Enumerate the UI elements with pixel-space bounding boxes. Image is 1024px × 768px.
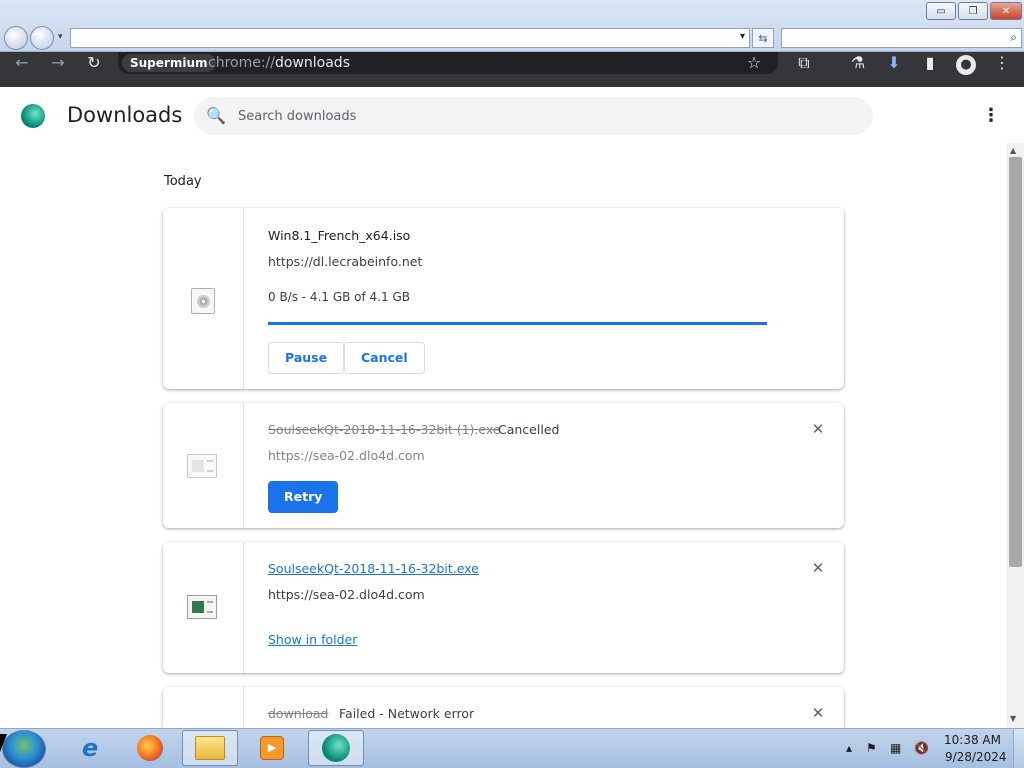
source-url[interactable]: https://dl.lecrabeinfo.net — [268, 254, 422, 269]
file-icon-column — [163, 403, 244, 528]
forward-arrow-icon[interactable]: → — [48, 53, 68, 73]
remove-from-list-close-icon[interactable]: ✕ — [810, 420, 826, 438]
download-item: Win8.1_French_x64.iso https://dl.lecrabe… — [163, 208, 844, 389]
address-dropdown-icon[interactable]: ▾ — [740, 31, 745, 42]
source-url[interactable]: https://sea-02.dlo4d.com — [268, 448, 425, 463]
show-desktop-button[interactable] — [1013, 729, 1024, 768]
reload-icon[interactable]: ↻ — [84, 53, 104, 73]
page-title: Downloads — [67, 103, 183, 127]
taskbar-firefox[interactable] — [122, 730, 178, 766]
back-arrow-icon[interactable]: ← — [12, 53, 32, 73]
disc-image-file-icon — [191, 288, 215, 314]
scrollbar-thumb[interactable] — [1009, 157, 1022, 567]
file-name: SoulseekQt-2018-11-16-32bit (1).exe — [268, 422, 501, 437]
show-in-folder-link[interactable]: Show in folder — [268, 632, 357, 647]
executable-file-icon — [187, 454, 217, 478]
source-url[interactable]: https://sea-02.dlo4d.com — [268, 587, 425, 602]
media-player-icon: ▶ — [260, 736, 284, 760]
start-button[interactable] — [2, 730, 46, 768]
search-icon[interactable]: ⌕ — [1010, 30, 1017, 45]
file-icon-column — [163, 542, 244, 673]
browser-menu-icon[interactable]: ⋮ — [992, 53, 1012, 73]
file-name: download — [268, 706, 329, 721]
search-input[interactable] — [238, 105, 838, 127]
extensions-icon[interactable]: ⧉ — [794, 53, 814, 73]
ie-back-button[interactable] — [4, 26, 28, 50]
supermium-logo-icon — [21, 104, 45, 128]
date-section-label: Today — [164, 174, 202, 189]
minimize-button[interactable]: ▭ — [926, 2, 956, 20]
search-bar[interactable]: 🔍 — [194, 97, 873, 135]
scroll-down-arrow-icon[interactable]: ▼ — [1010, 714, 1016, 723]
progress-description: 0 B/s - 4.1 GB of 4.1 GB — [268, 290, 410, 304]
window-controls: ▭ ❐ ✕ — [926, 2, 1022, 20]
remove-from-list-close-icon[interactable]: ✕ — [810, 559, 826, 577]
download-item: SoulseekQt-2018-11-16-32bit (1).exe Canc… — [163, 403, 844, 528]
download-status: Cancelled — [498, 422, 560, 437]
clock-time[interactable]: 10:38 AM — [944, 733, 1001, 747]
downloads-header: Downloads 🔍 ⋮ — [0, 87, 1024, 143]
url-path: downloads — [275, 55, 350, 71]
scroll-up-arrow-icon[interactable]: ▲ — [1010, 146, 1016, 155]
supermium-icon — [322, 734, 350, 762]
side-panel-icon[interactable]: ▮ — [920, 53, 940, 73]
progress-bar — [268, 322, 767, 325]
network-icon[interactable]: ▦ — [890, 741, 901, 755]
file-icon-column — [163, 208, 244, 389]
url-text[interactable]: chrome://downloads — [208, 55, 350, 71]
download-status: Failed - Network error — [339, 706, 475, 721]
site-info-chip[interactable]: Supermium — [122, 54, 216, 72]
taskbar-file-explorer[interactable] — [182, 730, 238, 766]
url-scheme: chrome:// — [208, 55, 275, 71]
pause-button[interactable]: Pause — [268, 342, 345, 374]
more-actions-icon[interactable]: ⋮ — [982, 105, 1000, 126]
action-center-flag-icon[interactable]: ⚑ — [866, 741, 877, 755]
taskbar-media-player[interactable]: ▶ — [244, 730, 300, 766]
download-item: SoulseekQt-2018-11-16-32bit.exe ✕ https:… — [163, 542, 844, 673]
progress-bar-fill — [268, 322, 767, 325]
file-icon-column — [163, 687, 244, 728]
volume-muted-icon[interactable]: 🔇 — [914, 741, 929, 755]
labs-icon[interactable]: ⚗ — [848, 53, 868, 73]
internet-explorer-icon: e — [81, 734, 99, 762]
cancel-button[interactable]: Cancel — [344, 342, 425, 374]
firefox-icon — [137, 735, 163, 761]
bookmark-star-icon[interactable]: ☆ — [744, 53, 764, 73]
file-name-link[interactable]: SoulseekQt-2018-11-16-32bit.exe — [268, 561, 479, 576]
search-icon[interactable]: 🔍 — [206, 106, 226, 125]
ie-history-dropdown-icon[interactable]: ▾ — [58, 32, 63, 42]
clock-date[interactable]: 9/28/2024 — [945, 750, 1007, 764]
tray-expand-icon[interactable]: ▴ — [846, 741, 852, 755]
downloads-icon[interactable]: ⬇ — [884, 53, 904, 73]
mouse-cursor-icon — [0, 734, 7, 752]
ie-search-box[interactable]: ⌕ — [781, 28, 1022, 48]
close-window-button[interactable]: ✕ — [990, 2, 1022, 20]
folder-icon — [195, 736, 225, 760]
download-item: download Failed - Network error ✕ — [163, 687, 844, 728]
ie-address-bar[interactable]: ▾ — [70, 28, 750, 48]
remove-from-list-close-icon[interactable]: ✕ — [810, 704, 826, 722]
file-name[interactable]: Win8.1_French_x64.iso — [268, 228, 410, 243]
taskbar-internet-explorer[interactable]: e — [62, 730, 118, 766]
taskbar-supermium[interactable] — [308, 730, 364, 766]
retry-button[interactable]: Retry — [268, 481, 339, 513]
ie-compat-refresh-button[interactable]: ⇆ — [752, 28, 774, 48]
ie-forward-button[interactable] — [30, 26, 54, 50]
restore-button[interactable]: ❐ — [958, 2, 988, 20]
executable-file-icon — [187, 595, 217, 619]
profile-avatar-icon[interactable]: ● — [956, 55, 976, 75]
